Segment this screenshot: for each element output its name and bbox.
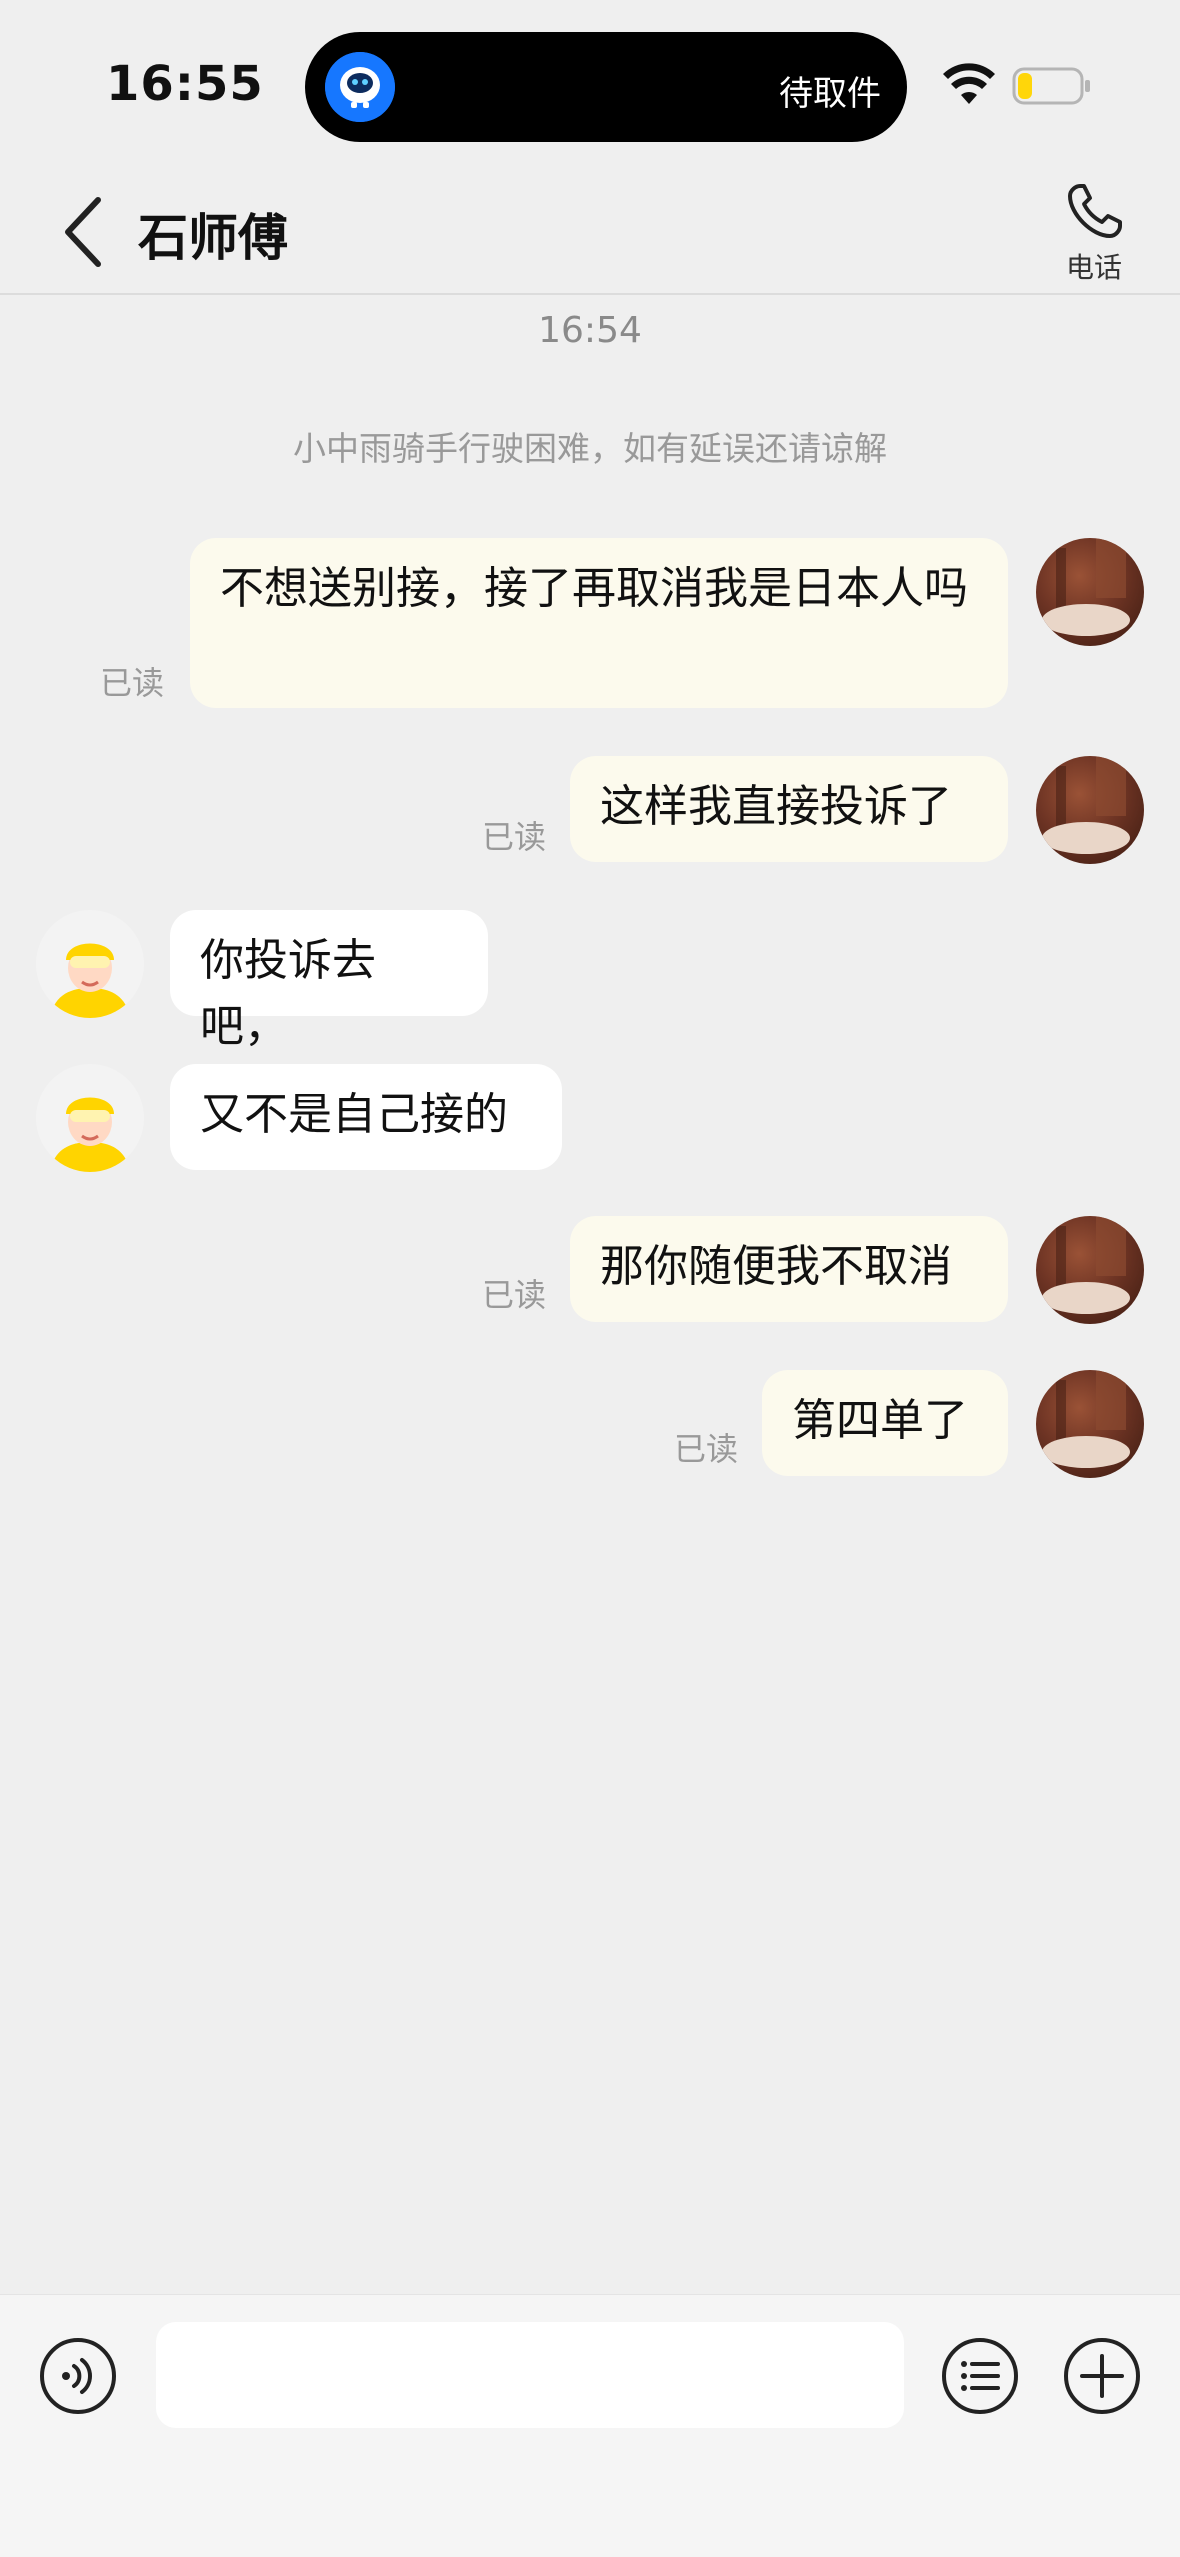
my-avatar[interactable] (1036, 538, 1144, 646)
back-arrow-icon[interactable] (56, 192, 110, 272)
message-timestamp: 16:54 (538, 310, 642, 351)
outgoing-message-bubble[interactable]: 那你随便我不取消 (570, 1216, 1008, 1322)
call-label: 电话 (1065, 251, 1122, 284)
phone-icon (1068, 184, 1122, 238)
my-avatar-photo (1042, 538, 1130, 636)
incoming-message-bubble[interactable]: 又不是自己接的 (170, 1064, 562, 1170)
battery-icon (1012, 67, 1090, 105)
dynamic-island[interactable]: 待取件 (305, 32, 907, 142)
message-text: 这样我直接投诉了 (600, 781, 952, 832)
incoming-message-bubble[interactable]: 你投诉去吧， (170, 910, 488, 1052)
outgoing-message-bubble[interactable]: 第四单了 (762, 1370, 1008, 1476)
message-text: 第四单了 (792, 1395, 968, 1446)
status-bar: 16:55 待取件 (0, 0, 1180, 170)
message-input[interactable] (156, 2322, 904, 2428)
my-avatar-photo (1042, 756, 1130, 854)
wifi-icon (943, 63, 995, 104)
rider-avatar-illustration (36, 1064, 144, 1172)
voice-icon[interactable] (38, 2336, 118, 2416)
quick-reply-icon[interactable] (940, 2336, 1020, 2416)
rider-avatar[interactable] (36, 910, 144, 1018)
message-text: 不想送别接，接了再取消我是日本人吗 (220, 563, 968, 614)
my-avatar[interactable] (1036, 756, 1144, 864)
message-text: 那你随便我不取消 (600, 1241, 952, 1292)
my-avatar-photo (1042, 1216, 1130, 1314)
status-time: 16:55 (106, 56, 264, 112)
call-button[interactable]: 电话 (1058, 180, 1130, 290)
outgoing-message-bubble[interactable]: 这样我直接投诉了 (570, 756, 1008, 862)
read-receipt: 已读 (482, 1276, 547, 1314)
plus-icon[interactable] (1062, 2336, 1142, 2416)
my-avatar-photo (1042, 1370, 1130, 1468)
rider-avatar[interactable] (36, 1064, 144, 1172)
read-receipt: 已读 (674, 1430, 739, 1468)
chat-header: 石师傅 电话 (0, 170, 1180, 294)
weather-delay-notice: 小中雨骑手行驶困难，如有延误还请谅解 (293, 429, 887, 468)
delivery-app-icon (325, 52, 395, 122)
message-text: 你投诉去吧， (200, 935, 376, 1052)
message-text: 又不是自己接的 (200, 1089, 508, 1140)
outgoing-message-bubble[interactable]: 不想送别接，接了再取消我是日本人吗 (190, 538, 1008, 708)
my-avatar[interactable] (1036, 1370, 1144, 1478)
my-avatar[interactable] (1036, 1216, 1144, 1324)
contact-name: 石师傅 (138, 209, 288, 267)
read-receipt: 已读 (482, 818, 547, 856)
header-divider (0, 293, 1180, 295)
island-status-label: 待取件 (779, 74, 881, 114)
read-receipt: 已读 (100, 664, 165, 702)
rider-avatar-illustration (36, 910, 144, 1018)
